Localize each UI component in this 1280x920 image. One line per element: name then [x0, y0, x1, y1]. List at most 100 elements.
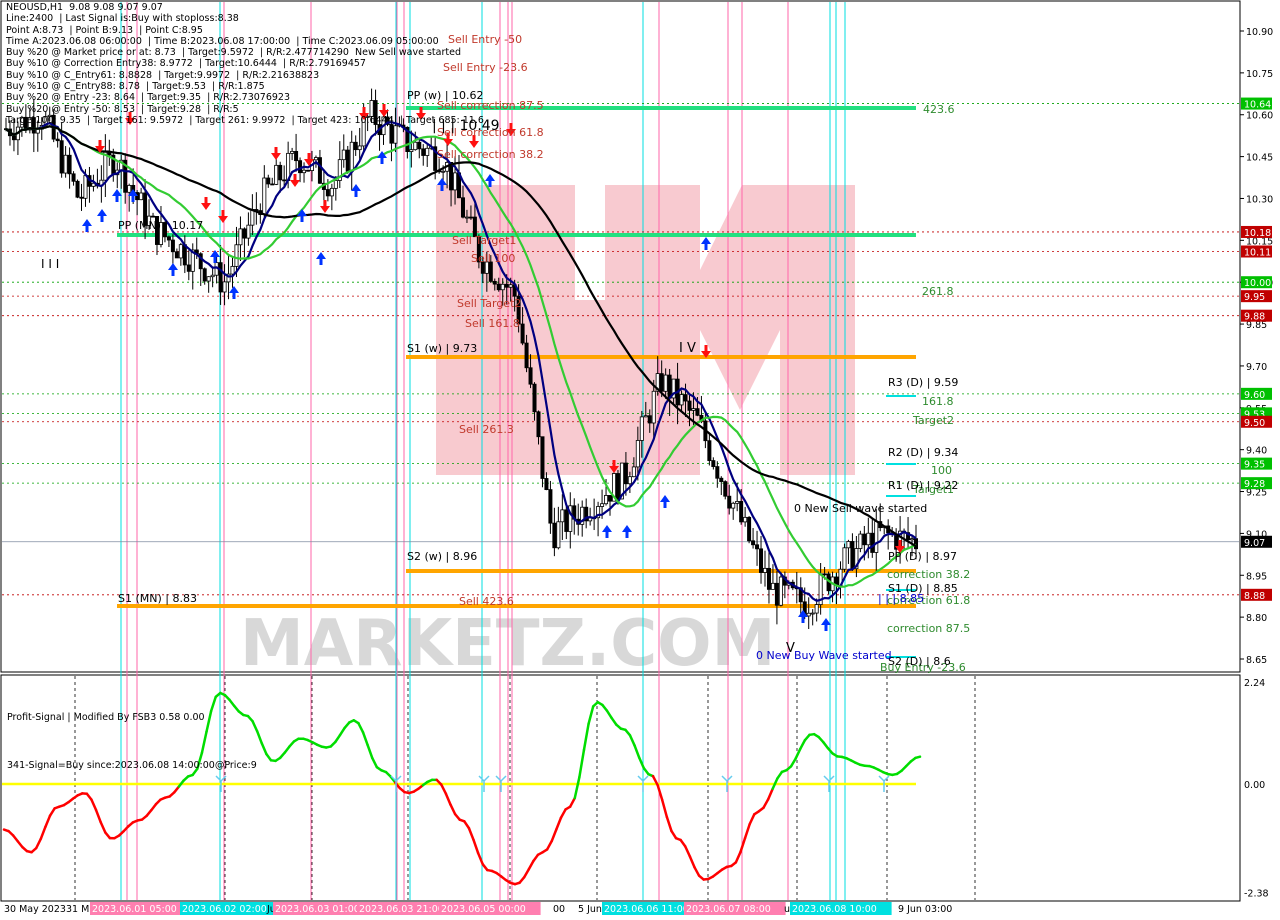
s1-weekly-label: S1 (w) | 9.73: [407, 342, 477, 355]
candle-body: [127, 184, 132, 193]
sell-level-label: Sell correction 38.2: [437, 148, 544, 161]
price-tick-label: 8.80: [1246, 613, 1267, 624]
chart-header: NEOUSD,H1 9.08 9.08 9.07 9.07 Line:2400 |…: [6, 2, 484, 126]
pp-monthly-label: PP (MN) | 10.17: [118, 219, 203, 232]
candle-body: [59, 140, 64, 174]
candle-body: [421, 148, 426, 156]
candle-body: [858, 533, 863, 549]
candle-body: [536, 411, 541, 438]
price-marker-label: 10.11: [1244, 247, 1271, 258]
header-line: Buy %20 @ Entry -23: 8.64 | Target:9.35 …: [6, 92, 291, 104]
candle-body: [608, 495, 613, 502]
price-tick-label: 10.90: [1246, 27, 1273, 38]
indicator-segment: [914, 755, 922, 760]
candle-body: [83, 175, 88, 199]
buy-wave-label: 0 New Buy Wave started: [756, 649, 892, 662]
candle-body: [262, 177, 267, 215]
price-tick-label: 8.65: [1246, 655, 1267, 666]
candle-body: [874, 521, 879, 553]
candle-body: [647, 415, 652, 424]
candle-body: [341, 149, 346, 161]
price-marker-label: 8.88: [1244, 591, 1265, 602]
candle-body: [759, 548, 764, 573]
candle-body: [731, 502, 736, 509]
indicator-title: Profit-Signal | Modified By FSB3 0.58 0.…: [7, 712, 205, 723]
candle-body: [739, 501, 744, 523]
candle-body: [711, 460, 716, 467]
candle-body: [548, 489, 553, 524]
candle-body: [357, 145, 362, 151]
buy-level-label: 100: [931, 464, 952, 477]
candle-body: [71, 173, 76, 182]
candle-body: [460, 197, 465, 218]
candle-body: [600, 503, 605, 507]
candle-body: [218, 262, 223, 293]
candle-body: [317, 157, 322, 184]
price-marker-label: 9.50: [1244, 418, 1265, 429]
time-tick-label: 31 M: [66, 904, 89, 915]
candle-body: [691, 408, 696, 411]
candle-body: [623, 462, 628, 485]
candle-body: [242, 228, 247, 239]
sell-level-label: Sell 423.6: [459, 595, 514, 608]
candle-body: [727, 495, 732, 509]
candle-body: [306, 169, 311, 172]
candle-body: [683, 394, 688, 402]
daily-pivot-label: R2 (D) | 9.34: [888, 446, 958, 459]
indicator-header: Profit-Signal | Modified By FSB3 0.58 0.…: [7, 678, 257, 790]
sell-level-label: Sell Target2: [457, 297, 521, 310]
candle-body: [806, 612, 811, 617]
time-tick-label: 5 Jun: [578, 904, 602, 915]
candle-body: [349, 141, 354, 172]
candle-body: [663, 374, 668, 392]
indicator-tick-label: 2.24: [1244, 678, 1265, 689]
candle-body: [250, 209, 255, 226]
candle-body: [278, 164, 283, 181]
price-marker-label: 9.35: [1244, 460, 1265, 471]
candle-body: [762, 567, 767, 573]
candle-body: [770, 582, 775, 590]
candle-body: [528, 367, 533, 385]
candle-body: [178, 244, 183, 259]
candle-body: [914, 538, 919, 550]
candle-body: [866, 532, 871, 546]
candle-body: [643, 415, 648, 418]
candle-body: [409, 149, 414, 152]
candle-body: [449, 162, 454, 191]
candle-body: [202, 268, 207, 282]
candle-body: [639, 416, 644, 441]
candle-body: [166, 236, 171, 241]
price-marker-label: 9.88: [1244, 312, 1265, 323]
sell-level-label: Sell 100: [471, 252, 515, 265]
header-line: Buy %10 @ Correction Entry38: 8.9772 | T…: [6, 58, 366, 70]
price-marker-label: 9.95: [1244, 292, 1265, 303]
buy-level-label: Target2: [912, 414, 954, 427]
candle-body: [508, 284, 513, 288]
candle-body: [659, 373, 664, 392]
candle-body: [910, 538, 915, 541]
candle-body: [393, 125, 398, 144]
candle-body: [556, 521, 561, 549]
candle-body: [552, 522, 557, 549]
candle-body: [75, 180, 80, 198]
candle-body: [743, 516, 748, 523]
header-line: Buy %20 @ Market price or at: 8.73 | Tar…: [6, 47, 461, 59]
candle-body: [755, 544, 760, 550]
candle-body: [67, 154, 72, 175]
time-tick-label: 2023.06.08 10:00: [792, 904, 877, 915]
header-line: Buy %10 @ C_Entry88: 8.78 | Target:9.53 …: [6, 81, 265, 93]
candle-body: [687, 400, 692, 411]
candle-body: [564, 509, 569, 532]
candle-body: [11, 135, 16, 141]
s1-monthly-label: S1 (MN) | 8.83: [118, 592, 197, 605]
candle-body: [345, 149, 350, 172]
candle-body: [524, 342, 529, 369]
candle-body: [453, 172, 458, 191]
wave-v-label: V: [786, 641, 795, 656]
time-tick-label: 2023.06.05 00:00: [441, 904, 526, 915]
candle-body: [850, 541, 855, 570]
candle-body: [751, 540, 756, 546]
price-tick-label: 8.95: [1246, 571, 1267, 582]
candle-body: [55, 138, 60, 142]
candle-body: [282, 179, 287, 182]
